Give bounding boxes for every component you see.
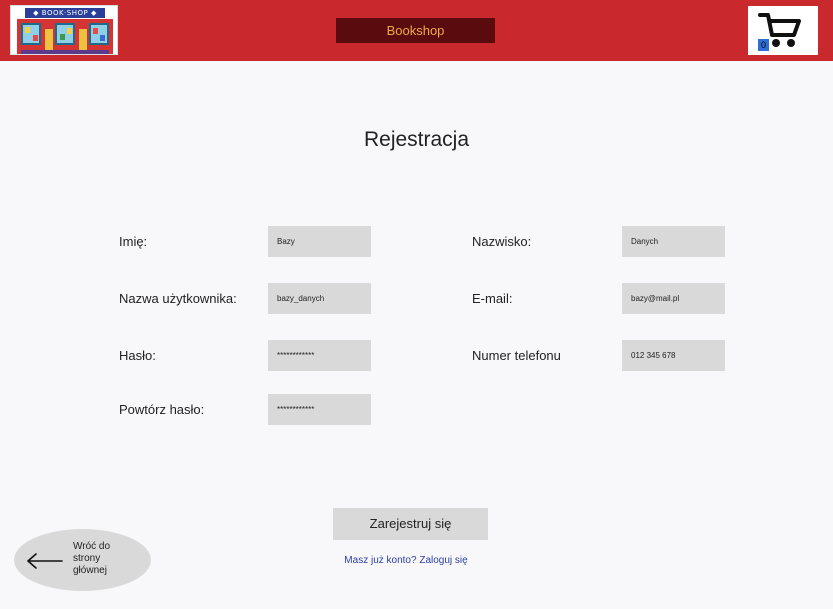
email-field[interactable]: bazy@mail.pl [622,283,725,314]
username-field[interactable]: bazy_danych [268,283,371,314]
brand-title[interactable]: Bookshop [336,18,495,43]
first-name-label: Imię: [119,234,148,249]
top-header: ◆ BOOK·SHOP ◆ Bookshop 0 [0,0,833,61]
password-label: Hasło: [119,348,156,363]
password-repeat-label: Powtórz hasło: [119,402,205,417]
cart-count-badge: 0 [758,39,769,51]
back-home-label: Wróć do strony głównej [73,541,133,577]
logo-storefront [17,19,113,54]
phone-field[interactable]: 012 345 678 [622,340,725,371]
phone-label: Numer telefonu [472,348,561,363]
register-button[interactable]: Zarejestruj się [333,508,488,540]
bookshop-logo[interactable]: ◆ BOOK·SHOP ◆ [10,5,118,55]
logo-window [89,23,109,45]
back-label-line: głównej [73,565,107,576]
logo-window [55,23,75,45]
logo-sign: ◆ BOOK·SHOP ◆ [25,8,105,18]
cart-button[interactable]: 0 [748,6,818,55]
back-label-line: strony [73,553,101,564]
last-name-field[interactable]: Danych [622,226,725,257]
back-home-button[interactable]: Wróć do strony głównej [14,529,151,591]
back-label-line: Wróć do [73,541,111,552]
first-name-field[interactable]: Bazy [268,226,371,257]
email-label: E-mail: [472,291,513,306]
password-repeat-field[interactable]: ************ [268,394,371,425]
page-title: Rejestracja [363,128,470,151]
last-name-label: Nazwisko: [472,234,532,249]
logo-shelf [21,50,109,54]
arrow-left-icon [27,553,63,569]
logo-window [21,23,41,45]
password-field[interactable]: ************ [268,340,371,371]
username-label: Nazwa użytkownika: [119,291,237,306]
